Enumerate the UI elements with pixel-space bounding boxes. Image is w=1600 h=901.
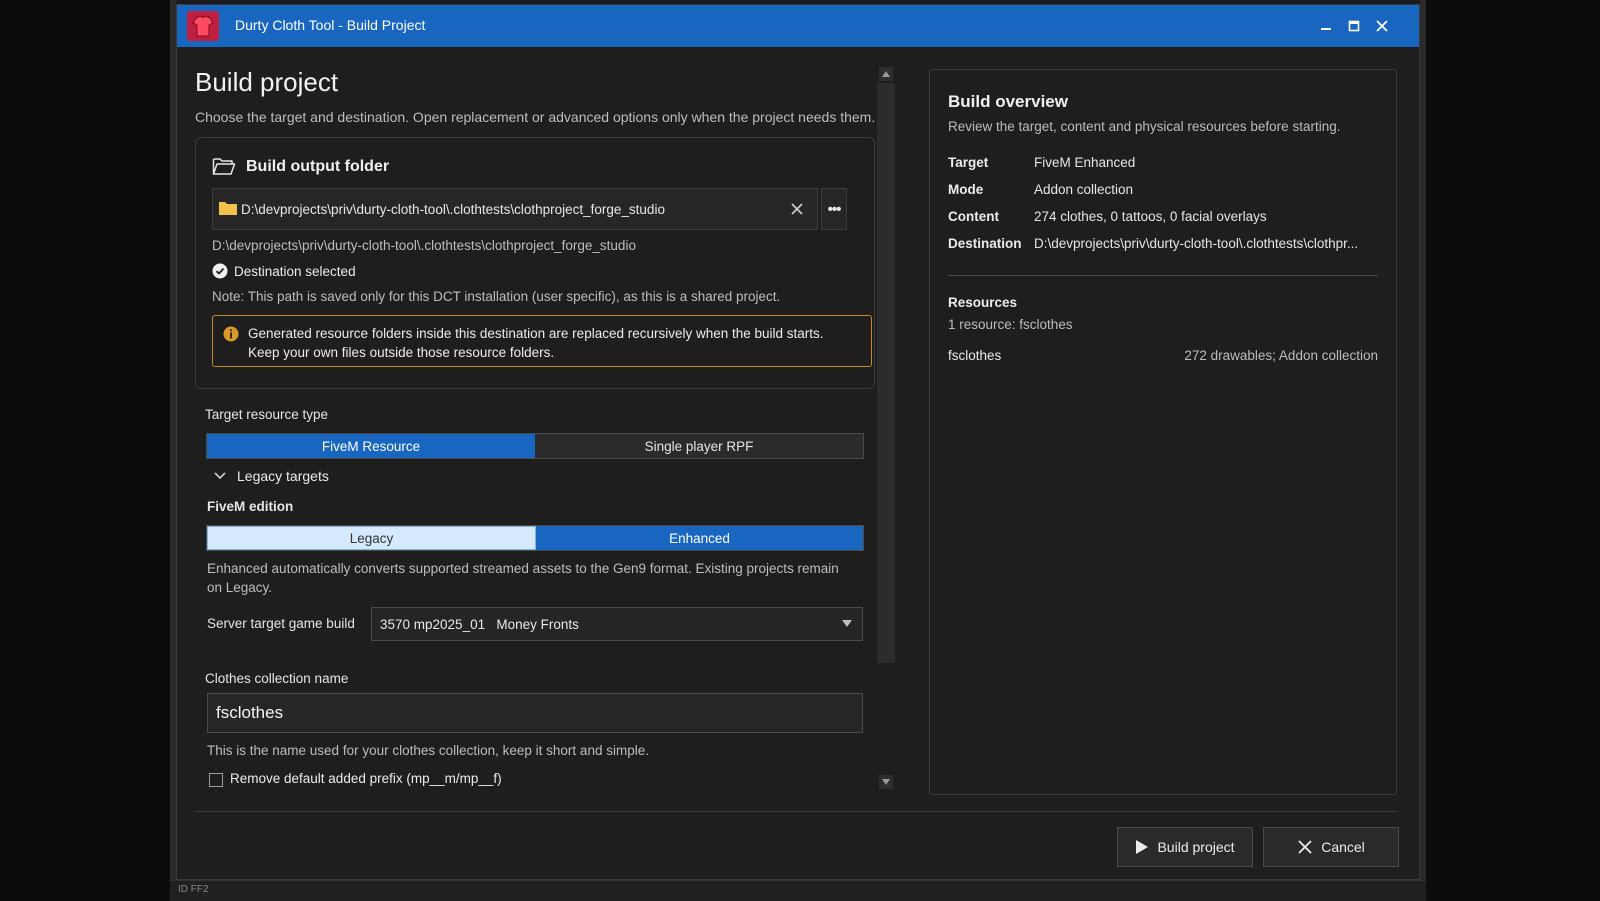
browse-folder-button[interactable]: •••: [821, 188, 847, 230]
resource-name: fsclothes: [948, 348, 1002, 363]
output-path-echo: D:\devprojects\priv\durty-cloth-tool\.cl…: [212, 238, 636, 253]
arrow-up-icon: [882, 71, 890, 77]
build-output-folder-card: Build output folder D:\devprojects\priv\…: [195, 137, 875, 389]
overview-key-mode: Mode: [948, 182, 984, 197]
overview-key-content: Content: [948, 209, 999, 224]
collection-name-hint: This is the name used for your clothes c…: [207, 743, 649, 758]
minimize-icon: [1321, 28, 1331, 30]
remove-prefix-label[interactable]: Remove default added prefix (mp__m/mp__f…: [230, 771, 502, 786]
cancel-button[interactable]: Cancel: [1263, 827, 1399, 867]
path-note: Note: This path is saved only for this D…: [212, 289, 781, 304]
background-panel-right: [1420, 0, 1426, 900]
edition-description: Enhanced automatically converts supporte…: [207, 561, 839, 595]
remove-prefix-checkbox[interactable]: [209, 773, 223, 787]
fivem-edition-label: FiveM edition: [207, 499, 294, 514]
target-type-label: Target resource type: [205, 407, 329, 422]
page-subtitle: Choose the target and destination. Open …: [195, 109, 876, 125]
destination-status: Destination selected: [234, 264, 356, 279]
scrollbar-thumb[interactable]: [877, 83, 895, 663]
overview-value-mode: Addon collection: [1034, 182, 1134, 197]
warning-line-2: Keep your own files outside those resour…: [248, 345, 555, 360]
close-button[interactable]: [1369, 13, 1395, 39]
page-title: Build project: [195, 67, 339, 97]
resources-title: Resources: [948, 295, 1018, 310]
form-scrollbar[interactable]: [877, 65, 895, 791]
server-build-dropdown[interactable]: 3570 mp2025_01 Money Fronts: [371, 607, 863, 641]
background-status-text: ID FF2: [178, 884, 209, 895]
overview-value-target: FiveM Enhanced: [1034, 155, 1136, 170]
window-title: Durty Cloth Tool - Build Project: [235, 17, 426, 33]
folder-icon: [219, 202, 237, 215]
scroll-down-button[interactable]: [879, 775, 893, 789]
arrow-down-icon: [882, 779, 890, 785]
cancel-label: Cancel: [1321, 839, 1365, 855]
resource-detail: 272 drawables; Addon collection: [1184, 348, 1378, 363]
app-icon: [187, 11, 219, 41]
scroll-up-button[interactable]: [879, 67, 893, 81]
play-icon: [1136, 840, 1149, 854]
server-build-value: 3570 mp2025_01 Money Fronts: [380, 617, 579, 632]
maximize-button[interactable]: [1341, 13, 1367, 39]
edition-legacy[interactable]: Legacy: [207, 526, 536, 550]
build-project-dialog: Durty Cloth Tool - Build Project Build p…: [176, 4, 1420, 880]
overview-divider: [948, 275, 1378, 276]
overview-key-target: Target: [948, 155, 989, 170]
output-path-field[interactable]: D:\devprojects\priv\durty-cloth-tool\.cl…: [212, 188, 818, 230]
build-overview-panel: Build overview Review the target, conten…: [929, 69, 1397, 795]
close-icon: [1376, 20, 1388, 32]
maximize-icon: [1348, 20, 1360, 32]
chevron-down-icon[interactable]: [213, 471, 227, 481]
check-circle-icon: [212, 263, 228, 279]
server-build-label: Server target game build: [207, 616, 355, 631]
overview-value-content: 274 clothes, 0 tattoos, 0 facial overlay…: [1034, 209, 1267, 224]
warning-text: Generated resource folders inside this d…: [248, 324, 824, 362]
overview-key-destination: Destination: [948, 236, 1022, 251]
overview-title: Build overview: [948, 92, 1068, 111]
overview-value-destination: D:\devprojects\priv\durty-cloth-tool\.cl…: [1034, 236, 1359, 251]
close-icon: [1298, 840, 1312, 854]
legacy-targets-toggle[interactable]: Legacy targets: [237, 468, 329, 484]
dropdown-arrow-icon: [842, 620, 852, 627]
overview-subtitle: Review the target, content and physical …: [948, 119, 1341, 134]
target-fivem-resource[interactable]: FiveM Resource: [207, 434, 535, 458]
output-folder-heading: Build output folder: [246, 158, 390, 175]
build-project-button[interactable]: Build project: [1117, 827, 1253, 867]
target-type-selector: FiveM Resource Single player RPF: [206, 433, 864, 459]
resources-summary: 1 resource: fsclothes: [948, 317, 1073, 332]
edition-enhanced[interactable]: Enhanced: [536, 526, 863, 550]
footer-divider: [195, 811, 1397, 812]
collection-name-input[interactable]: fsclothes: [207, 693, 863, 733]
close-icon: [791, 203, 803, 215]
output-path-value: D:\devprojects\priv\durty-cloth-tool\.cl…: [241, 202, 665, 217]
info-icon: [223, 326, 239, 342]
build-project-label: Build project: [1157, 839, 1235, 855]
clear-path-button[interactable]: [785, 197, 809, 221]
minimize-button[interactable]: [1313, 13, 1339, 39]
folder-open-icon: [212, 158, 236, 175]
replace-warning: Generated resource folders inside this d…: [212, 315, 872, 367]
title-bar[interactable]: Durty Cloth Tool - Build Project: [177, 5, 1419, 47]
target-single-player-rpf[interactable]: Single player RPF: [535, 434, 863, 458]
warning-line-1: Generated resource folders inside this d…: [248, 326, 824, 341]
fivem-edition-selector: Legacy Enhanced: [206, 525, 864, 551]
collection-name-label: Clothes collection name: [205, 671, 349, 686]
background-status-bar: ID FF2: [170, 880, 1426, 901]
